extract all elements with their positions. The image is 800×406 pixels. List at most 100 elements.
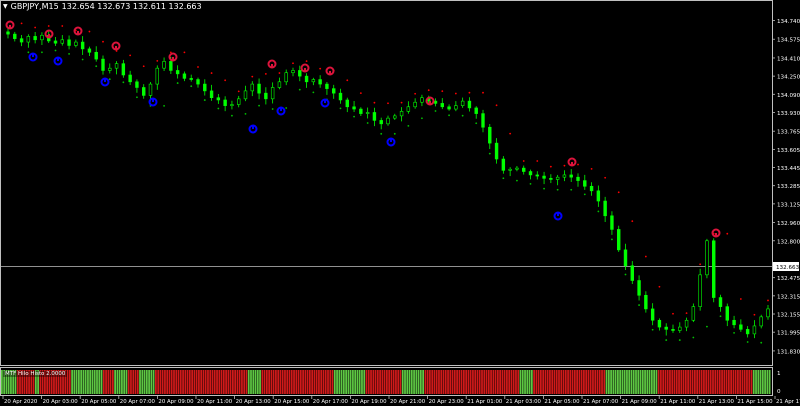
histogram-bar bbox=[227, 370, 230, 394]
histogram-bar bbox=[433, 370, 436, 394]
histogram-bar bbox=[168, 370, 171, 394]
histogram-bar bbox=[96, 370, 98, 394]
histogram-bar bbox=[619, 370, 622, 394]
bear-candle bbox=[549, 178, 553, 180]
histogram-bar bbox=[363, 370, 366, 394]
upper-dot bbox=[142, 65, 145, 68]
bear-candle bbox=[13, 33, 17, 39]
histogram-bar bbox=[549, 370, 551, 394]
histogram-bar bbox=[302, 370, 304, 394]
histogram-bar bbox=[755, 370, 757, 394]
histogram-bar bbox=[111, 370, 114, 394]
histogram-bar bbox=[286, 370, 289, 394]
histogram-bar bbox=[748, 370, 751, 394]
price-label: 133.930 bbox=[777, 111, 800, 117]
upper-dot bbox=[292, 62, 294, 65]
upper-dot bbox=[753, 313, 756, 316]
upper-dot bbox=[34, 26, 37, 29]
lower-dot bbox=[68, 53, 70, 55]
time-label: 20 Apr 05:00 bbox=[81, 399, 117, 405]
lower-dot bbox=[41, 51, 43, 54]
histogram-bar bbox=[449, 370, 452, 394]
histogram-bar bbox=[75, 370, 78, 394]
upper-dot bbox=[468, 91, 471, 94]
histogram-bar bbox=[220, 370, 223, 394]
bull-candle bbox=[420, 97, 424, 103]
histogram-bar bbox=[78, 370, 80, 394]
price-label: 132.475 bbox=[777, 276, 800, 282]
bear-candle bbox=[80, 41, 85, 50]
lower-dot bbox=[692, 336, 695, 339]
histogram-bar bbox=[395, 370, 397, 394]
time-label: 20 Apr 23:00 bbox=[429, 399, 465, 405]
lower-dot bbox=[678, 339, 681, 341]
histogram-bar bbox=[155, 370, 157, 394]
histogram-bar bbox=[207, 370, 209, 394]
histogram-bar bbox=[410, 370, 413, 394]
lower-dot bbox=[54, 49, 57, 52]
symbol-timeframe: GBPJPY,M15 bbox=[10, 2, 59, 11]
price-chart[interactable]: 134.740 134.575 134.410 134.250 134.090 133.9… bbox=[0, 0, 800, 406]
histogram-bar bbox=[211, 370, 214, 394]
upper-dot bbox=[522, 160, 525, 162]
bear-candle bbox=[569, 174, 573, 178]
histogram-bar bbox=[275, 370, 277, 394]
histogram-bar bbox=[68, 370, 71, 394]
histogram-bar bbox=[499, 370, 501, 394]
lower-dot bbox=[366, 122, 369, 124]
histogram-bar bbox=[234, 370, 237, 394]
histogram-bar bbox=[585, 370, 588, 394]
histogram-bar bbox=[741, 370, 744, 394]
histogram-bar bbox=[639, 370, 642, 394]
bear-candle bbox=[644, 294, 648, 310]
histogram-bar bbox=[229, 370, 232, 394]
lower-dot bbox=[488, 152, 491, 155]
histogram-bar bbox=[675, 370, 678, 394]
lower-dot bbox=[706, 325, 708, 328]
dropdown-arrow-icon[interactable]: ▼ bbox=[3, 3, 8, 10]
upper-dot bbox=[482, 91, 484, 94]
histogram-bar bbox=[646, 370, 649, 394]
bear-candle bbox=[440, 103, 444, 108]
upper-dot bbox=[156, 59, 159, 62]
upper-dot bbox=[672, 312, 674, 315]
time-label: 21 Apr 11:00 bbox=[660, 399, 696, 405]
histogram-bar bbox=[238, 370, 241, 394]
histogram-bar bbox=[463, 370, 465, 394]
histogram-bar bbox=[596, 370, 599, 394]
bull-candle bbox=[237, 98, 241, 105]
histogram-bar bbox=[601, 370, 603, 394]
lower-dot bbox=[95, 65, 98, 68]
bear-candle bbox=[603, 200, 607, 217]
histogram-bar bbox=[594, 370, 597, 394]
histogram-bar bbox=[429, 370, 431, 394]
histogram-bar bbox=[732, 370, 735, 394]
histogram-bar bbox=[309, 370, 311, 394]
bull-candle bbox=[705, 240, 709, 276]
lower-dot bbox=[570, 188, 573, 191]
time-label: 20 Apr 11:00 bbox=[197, 399, 233, 405]
histogram-bar bbox=[447, 370, 449, 394]
upper-dot bbox=[577, 163, 579, 166]
price-label: 133.765 bbox=[777, 130, 800, 136]
histogram-bar bbox=[374, 370, 377, 394]
histogram-bar bbox=[261, 370, 264, 394]
histogram-bar bbox=[537, 370, 540, 394]
bear-candle bbox=[589, 185, 594, 192]
upper-dot bbox=[88, 30, 91, 33]
histogram-bar bbox=[678, 370, 680, 394]
histogram-bar bbox=[116, 370, 119, 394]
upper-dot bbox=[400, 101, 403, 104]
lower-dot bbox=[122, 81, 125, 84]
histogram-bar bbox=[567, 370, 569, 394]
bull-candle bbox=[26, 36, 31, 43]
lower-dot bbox=[190, 85, 193, 88]
histogram-bar bbox=[299, 370, 302, 394]
lower-dot bbox=[258, 104, 260, 107]
histogram-bar bbox=[236, 370, 239, 394]
bull-candle bbox=[270, 87, 275, 100]
histogram-bar bbox=[322, 370, 325, 394]
histogram-bar bbox=[408, 370, 411, 394]
lower-dot bbox=[298, 88, 301, 91]
histogram-bar bbox=[508, 370, 511, 394]
